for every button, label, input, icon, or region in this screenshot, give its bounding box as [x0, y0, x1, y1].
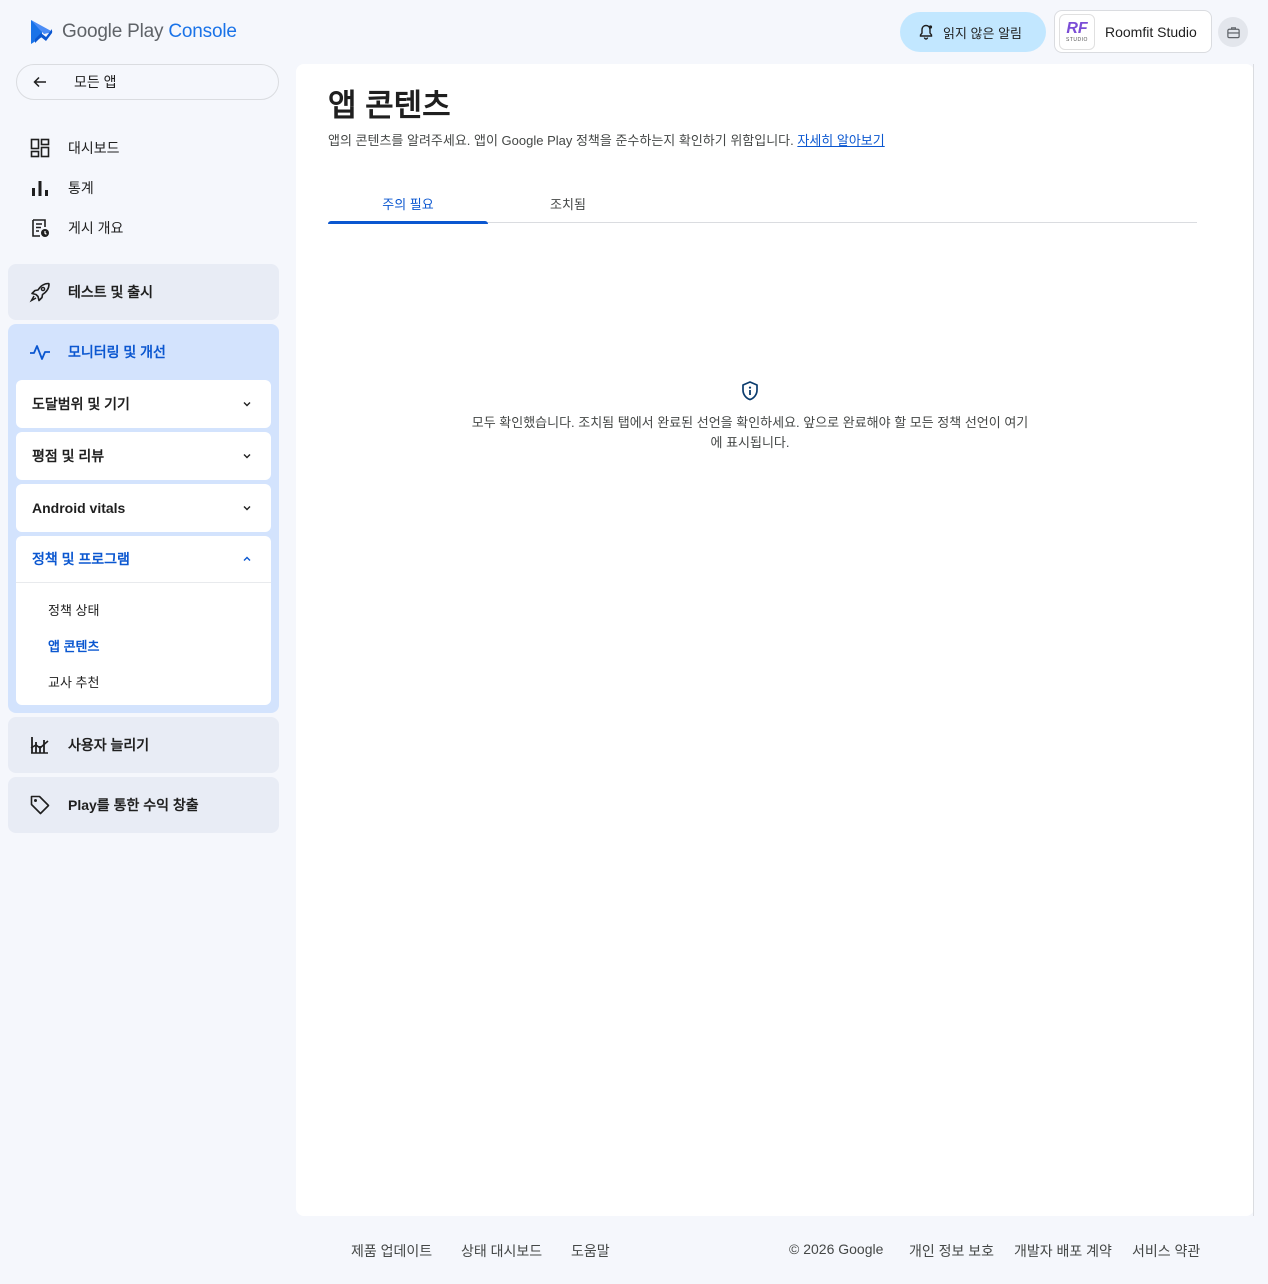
section-header[interactable]: 테스트 및 출시 — [8, 264, 279, 320]
chevron-down-icon — [243, 402, 251, 407]
android-vitals-group[interactable]: Android vitals — [16, 484, 271, 532]
tab-actioned[interactable]: 조치됨 — [488, 184, 648, 222]
chevron-up-icon — [243, 556, 251, 561]
group-header[interactable]: 평점 및 리뷰 — [16, 432, 271, 480]
pulse-icon — [30, 345, 50, 360]
page-title: 앱 콘텐츠 — [328, 88, 451, 123]
bell-icon — [919, 24, 933, 40]
back-label: 모든 앱 — [74, 74, 117, 90]
footer-link-status-dashboard[interactable]: 상태 대시보드 — [461, 1241, 542, 1261]
developer-avatar: RF STUDIO — [1059, 13, 1095, 50]
sidebar-link-app-content[interactable]: 앱 콘텐츠 — [16, 627, 271, 663]
policy-and-programs-group[interactable]: 정책 및 프로그램 정책 상태 앱 콘텐츠 교사 추천 — [16, 536, 271, 705]
avatar-text: RF — [1066, 19, 1088, 37]
page-description: 앱의 콘텐츠를 알려주세요. 앱이 Google Play 정책을 준수하는지 … — [328, 133, 885, 148]
sidebar-item-dashboard[interactable]: 대시보드 — [8, 128, 279, 168]
policy-links: 정책 상태 앱 콘텐츠 교사 추천 — [16, 583, 271, 705]
sidebar-item-label: 대시보드 — [68, 140, 120, 156]
footer-link-terms[interactable]: 서비스 약관 — [1132, 1241, 1200, 1261]
learn-more-link[interactable]: 자세히 알아보기 — [797, 133, 884, 148]
rocket-icon — [29, 282, 50, 303]
footer-link-product-updates[interactable]: 제품 업데이트 — [351, 1241, 432, 1261]
empty-state-message: 모두 확인했습니다. 조치됨 탭에서 완료된 선언을 확인하세요. 앞으로 완료… — [471, 415, 1029, 450]
sidebar-section-test-and-release[interactable]: 테스트 및 출시 — [8, 264, 279, 320]
arrow-back-icon — [33, 76, 46, 88]
unread-notifications-button[interactable]: 읽지 않은 알림 — [900, 12, 1046, 52]
sidebar-item-publishing-overview[interactable]: 게시 개요 — [8, 208, 279, 248]
copyright: © 2026 Google — [789, 1241, 884, 1257]
logo-text: Google Play Console — [62, 21, 237, 42]
play-console-logo[interactable]: Google Play Console — [30, 18, 237, 46]
sidebar-item-statistics[interactable]: 통계 — [8, 168, 279, 208]
section-label: Play를 통한 수익 창출 — [68, 797, 199, 813]
tag-icon — [30, 795, 50, 815]
chevron-down-icon — [243, 454, 251, 459]
sidebar-section-monitor-and-improve[interactable]: 모니터링 및 개선 도달범위 및 기기 평점 및 리뷰 Android vita… — [8, 324, 279, 713]
dashboard-icon — [30, 138, 50, 158]
all-apps-back-button[interactable]: 모든 앱 — [16, 64, 279, 100]
bar-chart-icon — [32, 181, 48, 196]
section-label: 테스트 및 출시 — [68, 284, 154, 300]
scrollbar-track[interactable] — [1253, 64, 1254, 1216]
publishing-overview-icon — [32, 219, 49, 237]
section-label: 사용자 늘리기 — [68, 737, 150, 753]
growth-chart-icon — [30, 737, 49, 754]
chevron-down-icon — [243, 506, 251, 511]
help-button[interactable] — [1218, 17, 1248, 47]
group-header[interactable]: 도달범위 및 기기 — [16, 380, 271, 428]
section-label: 모니터링 및 개선 — [68, 344, 166, 360]
footer-link-developer-agreement[interactable]: 개발자 배포 계약 — [1014, 1241, 1112, 1261]
sidebar-section-grow-users[interactable]: 사용자 늘리기 — [8, 717, 279, 773]
empty-state: 모두 확인했습니다. 조치됨 탭에서 완료된 선언을 확인하세요. 앞으로 완료… — [470, 380, 1030, 453]
sidebar-link-teacher-approved[interactable]: 교사 추천 — [16, 663, 271, 699]
sidebar-item-label: 통계 — [68, 180, 94, 196]
sidebar-link-policy-status[interactable]: 정책 상태 — [16, 591, 271, 627]
play-console-logo-icon — [31, 20, 53, 44]
account-switcher[interactable]: RF STUDIO Roomfit Studio — [1054, 10, 1212, 53]
footer-link-privacy[interactable]: 개인 정보 보호 — [909, 1241, 994, 1261]
group-label: 정책 및 프로그램 — [32, 551, 130, 567]
section-header[interactable]: 모니터링 및 개선 — [8, 324, 279, 380]
section-header[interactable]: Play를 통한 수익 창출 — [8, 777, 279, 833]
group-header[interactable]: 정책 및 프로그램 — [16, 536, 271, 583]
main-content: 앱 콘텐츠 앱의 콘텐츠를 알려주세요. 앱이 Google Play 정책을 … — [296, 64, 1254, 1216]
notifications-label: 읽지 않은 알림 — [943, 25, 1022, 41]
section-header[interactable]: 사용자 늘리기 — [8, 717, 279, 773]
footer-link-help[interactable]: 도움말 — [571, 1241, 610, 1261]
tab-bar: 주의 필요 조치됨 — [328, 184, 1197, 224]
sidebar-item-label: 게시 개요 — [68, 220, 124, 236]
shield-info-icon — [742, 381, 758, 401]
briefcase-icon — [1226, 26, 1240, 38]
ratings-and-reviews-group[interactable]: 평점 및 리뷰 — [16, 432, 271, 480]
tab-needs-attention[interactable]: 주의 필요 — [328, 184, 488, 224]
account-name: Roomfit Studio — [1105, 23, 1197, 40]
sidebar-section-monetize[interactable]: Play를 통한 수익 창출 — [8, 777, 279, 833]
group-header[interactable]: Android vitals — [16, 484, 271, 532]
avatar-subtext: STUDIO — [1066, 36, 1088, 43]
group-label: 평점 및 리뷰 — [32, 448, 105, 464]
group-label: Android vitals — [32, 500, 126, 516]
reach-and-devices-group[interactable]: 도달범위 및 기기 — [16, 380, 271, 428]
group-label: 도달범위 및 기기 — [32, 396, 130, 412]
